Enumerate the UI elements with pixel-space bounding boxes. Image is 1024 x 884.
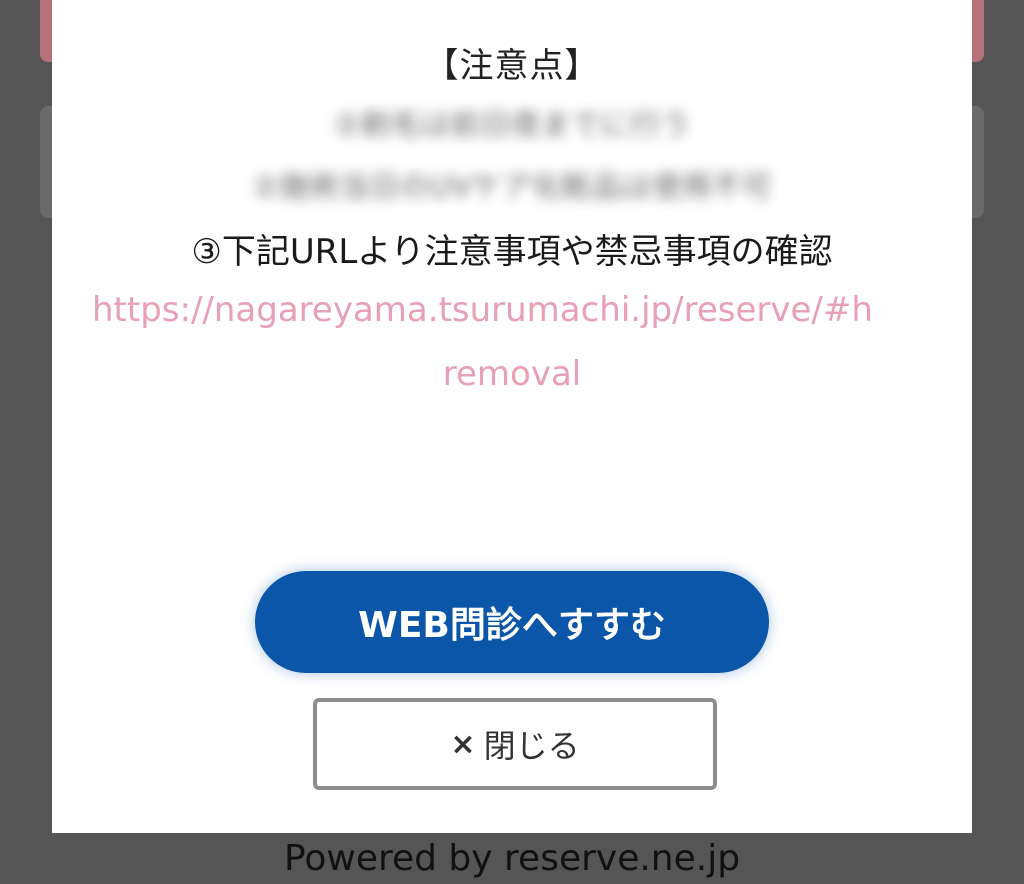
blurred-instruction-2: ②施術当日のUVケア化粧品は使用不可 [252, 170, 772, 205]
web-questionnaire-button[interactable]: WEB問診へすすむ [255, 571, 769, 673]
reserve-url-link-continued[interactable]: removal [52, 354, 972, 394]
blurred-instruction-1: ②剃毛は前日夜までに行う [333, 108, 691, 143]
close-button-label: 閉じる [483, 727, 580, 765]
reserve-url-link[interactable]: https://nagareyama.tsurumachi.jp/reserve… [92, 290, 972, 330]
notice-title: 【注意点】 [424, 46, 600, 86]
modal-dialog: 【注意点】 ②剃毛は前日夜までに行う ②施術当日のUVケア化粧品は使用不可 ③下… [52, 0, 972, 833]
powered-by-footer: Powered by reserve.ne.jp [283, 838, 741, 879]
close-button[interactable]: × 閉じる [313, 698, 717, 790]
close-icon: × [450, 726, 476, 762]
instruction-step-3: ③下記URLより注意事項や禁忌事項の確認 [191, 232, 833, 272]
